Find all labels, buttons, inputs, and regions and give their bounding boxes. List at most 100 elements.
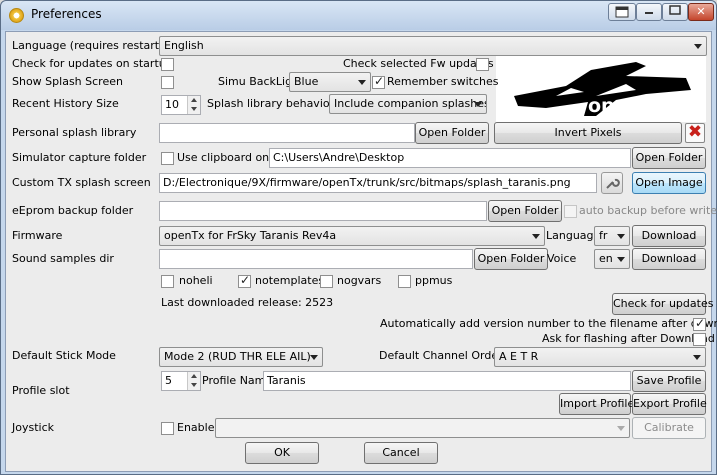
default-stick-label: Default Stick Mode [12,349,116,362]
splash-behaviour-value: Include companion splashes [334,97,487,110]
invert-pixels-button[interactable]: Invert Pixels [494,122,682,144]
simulator-capture-field[interactable]: C:\Users\Andre\Desktop [269,148,631,168]
voice-value: en [599,252,613,265]
splash-behaviour-label: Splash library behaviour [207,97,342,110]
splash-behaviour-select[interactable]: Include companion splashes [329,94,487,114]
import-profile-button[interactable]: Import Profile [559,393,634,415]
chevron-down-icon [617,234,625,239]
fw-language-value: fr [599,229,608,242]
window-title: Preferences [31,7,102,21]
profile-slot-label: Profile slot [12,384,70,397]
auto-version-checkbox[interactable] [693,316,706,331]
notemplates-label: notemplates [255,274,325,287]
recent-history-label: Recent History Size [12,97,119,110]
profile-name-label: Profile Name [202,374,273,387]
simulator-capture-label: Simulator capture folder [12,151,147,164]
minimize-button[interactable] [636,3,662,21]
chevron-down-icon [693,355,701,360]
eeprom-backup-label: eEprom backup folder [12,204,134,217]
nogvars-label: nogvars [337,274,382,287]
cancel-button[interactable]: Cancel [364,442,438,464]
noheli-checkbox[interactable] [161,275,174,288]
open-image-button[interactable]: Open Image [632,172,706,194]
profile-name-field[interactable]: Taranis [263,371,631,391]
chevron-down-icon [617,257,625,262]
chevron-down-icon [694,44,702,49]
simu-backlight-select[interactable]: Blue [289,72,371,92]
chevron-down-icon [474,102,482,107]
joystick-select[interactable] [215,418,630,438]
simulator-open-folder-button[interactable]: Open Folder [632,147,706,169]
voice-label: Voice [547,252,577,265]
fw-language-label: Language [546,229,601,242]
firmware-value: openTx for FrSky Taranis Rev4a [164,229,337,242]
check-for-updates-button[interactable]: Check for updates [612,293,713,315]
ok-button[interactable]: OK [245,442,319,464]
voice-download-button[interactable]: Download [632,248,706,270]
chevron-down-icon [532,234,540,239]
check-fw-checkbox[interactable] [476,58,489,71]
firmware-download-button[interactable]: Download [632,225,706,247]
default-stick-select[interactable]: Mode 2 (RUD THR ELE AIL) [159,347,323,367]
joystick-label: Joystick [12,421,55,434]
auto-backup-label: auto backup before write [579,204,717,217]
spin-down-icon[interactable] [187,381,200,390]
firmware-select[interactable]: openTx for FrSky Taranis Rev4a [159,226,545,246]
sound-open-folder-button[interactable]: Open Folder [474,248,548,270]
default-channel-select[interactable]: A E T R [494,347,706,367]
export-profile-button[interactable]: Export Profile [632,393,707,415]
default-channel-value: A E T R [499,350,539,363]
ppmus-label: ppmus [415,274,453,287]
title-bar[interactable]: Preferences ✕ [1,1,716,30]
profile-slot-value: 5 [165,374,172,387]
personal-splash-label: Personal splash library [12,126,137,139]
notemplates-checkbox[interactable] [238,273,251,288]
nogvars-checkbox[interactable] [320,275,333,288]
noheli-label: noheli [179,274,213,287]
voice-select[interactable]: en [594,249,630,269]
personal-splash-field[interactable] [159,123,415,143]
chevron-down-icon [617,426,625,431]
spin-down-icon[interactable] [187,105,200,114]
show-splash-label: Show Splash Screen [12,75,123,88]
profile-slot-spinbox[interactable]: 5 [161,371,201,391]
firmware-label: Firmware [12,229,63,242]
wrench-icon[interactable] [601,172,623,194]
eeprom-backup-field[interactable] [159,201,487,221]
context-help-button[interactable] [608,3,636,21]
show-splash-checkbox[interactable] [161,76,174,89]
check-updates-checkbox[interactable] [161,58,174,71]
app-icon [9,8,24,23]
splash-logo-text: openTx [588,95,666,117]
custom-tx-splash-label: Custom TX splash screen [12,176,151,189]
save-profile-button[interactable]: Save Profile [632,370,706,392]
splash-image: openTx [496,56,706,122]
close-button[interactable]: ✕ [688,3,714,21]
simu-backlight-value: Blue [294,75,319,88]
remember-switches-checkbox[interactable] [372,74,385,89]
auto-backup-checkbox[interactable] [564,205,577,218]
recent-history-spinbox[interactable]: 10 [161,95,201,115]
personal-splash-open-folder-button[interactable]: Open Folder [415,122,489,144]
custom-tx-splash-field[interactable]: D:/Electronique/9X/firmware/openTx/trunk… [159,173,597,193]
joystick-enable-label: Enable [177,421,215,434]
spin-up-icon[interactable] [187,372,200,381]
language-select[interactable]: English [159,36,707,56]
remember-switches-label: Remember switches [387,75,499,88]
calibrate-button[interactable]: Calibrate [632,417,706,439]
use-clipboard-checkbox[interactable] [161,152,174,165]
ppmus-checkbox[interactable] [398,275,411,288]
chevron-down-icon [358,80,366,85]
spin-up-icon[interactable] [187,96,200,105]
check-fw-label: Check selected Fw updates [343,57,494,70]
use-clipboard-label: Use clipboard only [177,151,279,164]
joystick-enable-checkbox[interactable] [161,422,174,435]
red-x-icon[interactable]: ✖ [685,123,705,143]
maximize-button[interactable] [662,3,688,21]
default-channel-label: Default Channel Order [379,349,503,362]
preferences-window: Preferences ✕ Language (requires restart… [0,0,717,475]
sound-samples-field[interactable] [159,249,473,269]
ask-flashing-checkbox[interactable] [693,333,706,346]
fw-language-select[interactable]: fr [594,226,630,246]
eeprom-open-folder-button[interactable]: Open Folder [488,200,562,222]
